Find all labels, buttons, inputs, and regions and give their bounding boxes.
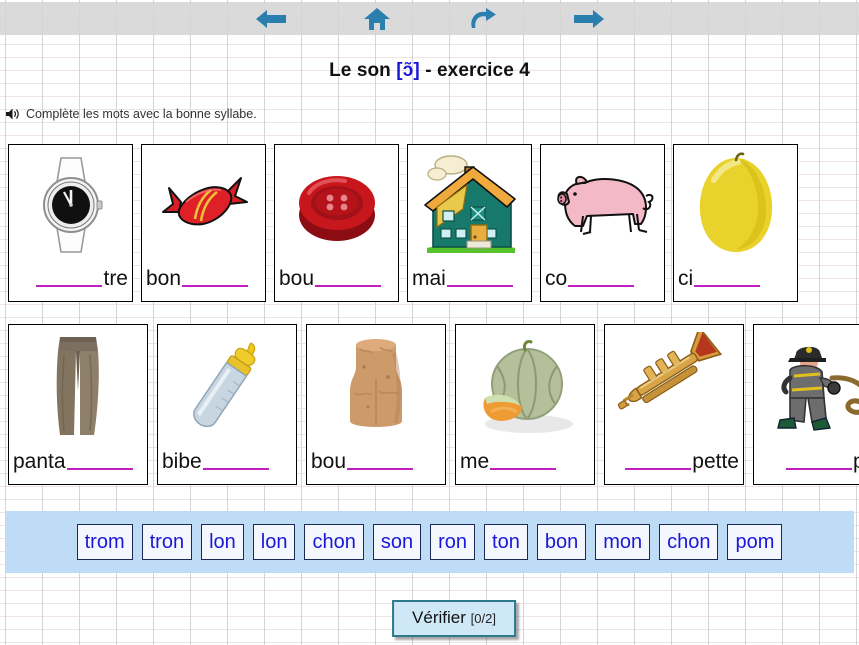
house-image bbox=[408, 145, 531, 261]
blank-slot[interactable] bbox=[568, 270, 635, 287]
speaker-icon[interactable] bbox=[5, 107, 20, 121]
word-card[interactable]: co bbox=[540, 144, 665, 302]
word-label: bibe bbox=[158, 444, 296, 484]
word-card[interactable]: pier bbox=[753, 324, 859, 485]
blank-slot[interactable] bbox=[36, 270, 103, 287]
syllable-tile[interactable]: lon bbox=[252, 524, 296, 560]
lemon-image bbox=[674, 145, 797, 261]
syllable-tile[interactable]: tron bbox=[141, 524, 193, 560]
blank-slot[interactable] bbox=[66, 453, 133, 470]
candy-image bbox=[142, 145, 265, 261]
syllable-tile[interactable]: trom bbox=[76, 524, 133, 560]
syllable-tile[interactable]: son bbox=[372, 524, 422, 560]
back-arrow-button[interactable] bbox=[248, 5, 294, 33]
word-text: ci bbox=[678, 267, 694, 290]
word-card[interactable]: me bbox=[455, 324, 595, 485]
cork-image bbox=[307, 325, 445, 444]
word-text: co bbox=[545, 267, 568, 290]
syllable-tile[interactable]: lon bbox=[201, 524, 244, 560]
syllable-tile[interactable]: ton bbox=[484, 524, 528, 560]
word-text: bou bbox=[279, 267, 315, 290]
word-card[interactable]: panta bbox=[8, 324, 148, 485]
forward-arrow-button[interactable] bbox=[566, 5, 612, 33]
trumpet-image bbox=[605, 325, 743, 444]
syllable-bank: trom tron lon lon chon son ron ton bon m… bbox=[5, 511, 854, 573]
word-card[interactable]: pette bbox=[604, 324, 744, 485]
syllable-tile[interactable]: bon bbox=[536, 524, 587, 560]
blank-slot[interactable] bbox=[202, 453, 269, 470]
title-prefix: Le son bbox=[329, 60, 397, 81]
word-label: me bbox=[456, 444, 594, 484]
trousers-image bbox=[9, 325, 147, 444]
title-phoneme: [ɔ̃] bbox=[396, 60, 420, 81]
word-card[interactable]: bou bbox=[306, 324, 446, 485]
syllable-tile[interactable]: ron bbox=[430, 524, 476, 560]
word-label: bou bbox=[307, 444, 445, 484]
word-card[interactable]: bibe bbox=[157, 324, 297, 485]
blank-slot[interactable] bbox=[625, 453, 692, 470]
blank-slot[interactable] bbox=[446, 270, 513, 287]
word-label: co bbox=[541, 261, 664, 301]
blank-slot[interactable] bbox=[490, 453, 557, 470]
syllable-tile[interactable]: chon bbox=[659, 524, 719, 560]
instruction-text: Complète les mots avec la bonne syllabe. bbox=[26, 107, 257, 121]
navigation-toolbar bbox=[0, 2, 859, 35]
word-label: bon bbox=[142, 261, 265, 301]
blank-slot[interactable] bbox=[694, 270, 761, 287]
word-label: pette bbox=[605, 444, 743, 484]
word-text: tre bbox=[103, 267, 128, 290]
title-suffix: - exercice 4 bbox=[419, 60, 530, 81]
verify-button[interactable]: Vérifier [0/2] bbox=[392, 600, 516, 637]
word-label: ci bbox=[674, 261, 797, 301]
word-text: bibe bbox=[162, 450, 202, 473]
word-card[interactable]: tre bbox=[8, 144, 133, 302]
word-card[interactable]: ci bbox=[673, 144, 798, 302]
baby-bottle-image bbox=[158, 325, 296, 444]
word-card-row-2: panta bibe bou me pette bbox=[8, 324, 859, 485]
syllable-tile[interactable]: chon bbox=[304, 524, 364, 560]
word-label: pier bbox=[754, 444, 859, 484]
refresh-button[interactable] bbox=[460, 5, 506, 33]
word-label: tre bbox=[9, 261, 132, 301]
word-text: mai bbox=[412, 267, 446, 290]
word-card[interactable]: mai bbox=[407, 144, 532, 302]
refresh-icon bbox=[468, 7, 498, 31]
word-text: me bbox=[460, 450, 490, 473]
blank-slot[interactable] bbox=[347, 453, 414, 470]
word-label: mai bbox=[408, 261, 531, 301]
word-text: bon bbox=[146, 267, 182, 290]
melon-image bbox=[456, 325, 594, 444]
button-image bbox=[275, 145, 398, 261]
blank-slot[interactable] bbox=[785, 453, 852, 470]
word-label: bou bbox=[275, 261, 398, 301]
word-card[interactable]: bou bbox=[274, 144, 399, 302]
pig-image bbox=[541, 145, 664, 261]
home-icon bbox=[363, 7, 391, 31]
word-card[interactable]: bon bbox=[141, 144, 266, 302]
syllable-tile[interactable]: mon bbox=[595, 524, 651, 560]
verify-label: Vérifier bbox=[412, 608, 466, 627]
blank-slot[interactable] bbox=[315, 270, 382, 287]
word-text: bou bbox=[311, 450, 347, 473]
word-card-row-1: tre bon bou mai co ci bbox=[8, 144, 798, 302]
word-text: pette bbox=[692, 450, 739, 473]
word-label: panta bbox=[9, 444, 147, 484]
syllable-tile[interactable]: pom bbox=[727, 524, 783, 560]
firefighter-image bbox=[754, 325, 859, 444]
home-button[interactable] bbox=[354, 5, 400, 33]
word-text: pier bbox=[853, 450, 859, 474]
back-arrow-icon bbox=[254, 8, 288, 30]
word-text: panta bbox=[13, 450, 66, 473]
forward-arrow-icon bbox=[572, 8, 606, 30]
instruction-bar: Complète les mots avec la bonne syllabe. bbox=[5, 107, 257, 121]
blank-slot[interactable] bbox=[182, 270, 249, 287]
verify-score: [0/2] bbox=[470, 611, 496, 626]
page-title: Le son [ɔ̃] - exercice 4 bbox=[0, 60, 859, 82]
wristwatch-image bbox=[9, 145, 132, 261]
